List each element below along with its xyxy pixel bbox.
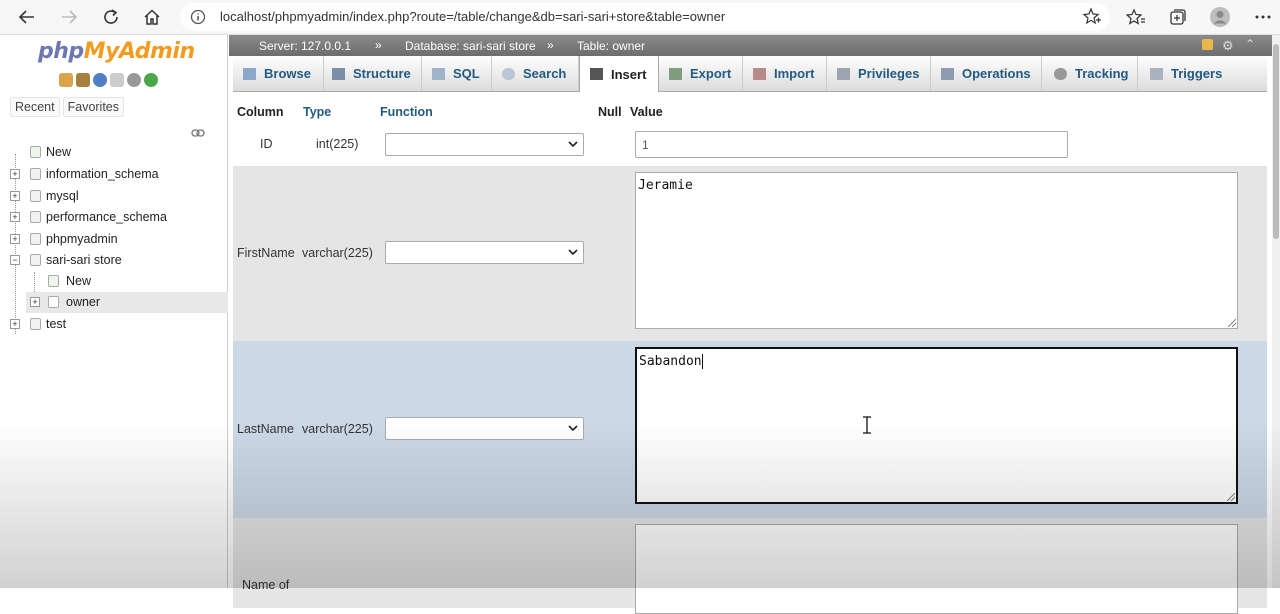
profile-avatar-icon[interactable] [1207,5,1233,29]
tree-item-new[interactable]: New [0,142,228,163]
table-icon [48,296,59,308]
expand-icon[interactable]: + [10,191,20,201]
import-icon [753,67,766,80]
eye-icon [1054,67,1067,80]
function-select[interactable] [385,417,584,440]
tab-tracking[interactable]: Tracking [1042,56,1138,91]
breadcrumb-table[interactable]: Table: owner [577,39,645,53]
address-bar[interactable]: localhost/phpmyadmin/index.php?route=/ta… [180,3,1110,31]
header-column: Column [237,105,284,119]
tab-sql[interactable]: SQL [422,56,492,91]
database-icon [30,254,41,266]
expand-icon[interactable]: + [10,212,20,222]
new-table-icon [48,275,59,287]
tree-item-performance-schema[interactable]: + performance_schema [0,207,228,228]
browser-toolbar: localhost/phpmyadmin/index.php?route=/ta… [0,0,1280,35]
database-icon [30,318,41,330]
database-icon [30,233,41,245]
tree-item-sari-sari-store[interactable]: − sari-sari store [0,250,228,271]
tree-item-phpmyadmin[interactable]: + phpmyadmin [0,229,228,250]
tab-browse[interactable]: Browse [233,56,324,91]
table-row: LastName varchar(225) Sabandon [233,341,1267,518]
tab-triggers[interactable]: Triggers [1138,56,1233,91]
tree-item-new-table[interactable]: New [0,271,228,292]
table-row: Name of [233,518,1267,614]
sql-icon [432,67,445,80]
lock-icon[interactable] [1202,39,1213,50]
table-row: FirstName varchar(225) Jeramie [233,166,1267,341]
help-icon[interactable] [93,73,107,87]
tree-item-mysql[interactable]: + mysql [0,186,228,207]
expand-icon[interactable]: + [10,234,20,244]
recent-tab[interactable]: Recent [10,97,60,117]
favorites-icon[interactable] [1123,5,1149,29]
add-favorite-icon[interactable] [1082,7,1102,30]
value-textarea-lastname[interactable]: Sabandon [635,347,1238,504]
header-null: Null [598,105,622,119]
text-cursor-icon [863,416,871,434]
expand-icon[interactable]: + [30,297,40,307]
url-text[interactable]: localhost/phpmyadmin/index.php?route=/ta… [220,9,725,24]
main-pane: Server: 127.0.0.1 » Database: sari-sari … [229,35,1280,614]
structure-icon [332,67,345,80]
tab-search[interactable]: Search [492,56,579,91]
insert-icon [590,68,603,80]
refresh-icon[interactable] [98,5,124,29]
reload-icon[interactable] [144,73,158,87]
table-tabs: Browse Structure SQL Search Insert Expor… [233,56,1267,92]
tab-insert[interactable]: Insert [579,56,659,92]
docs-icon[interactable] [110,73,124,87]
collapse-icon[interactable]: − [10,255,20,265]
settings-icon[interactable] [127,73,141,87]
home-icon[interactable] [139,5,165,29]
search-icon [502,67,515,80]
table-row: ID int(225) 1 [233,124,1267,166]
back-icon[interactable] [14,5,40,29]
wrench-icon [941,67,954,80]
tab-operations[interactable]: Operations [931,56,1042,91]
favorites-tab[interactable]: Favorites [62,97,125,117]
nav-icon-bar [59,73,158,87]
function-select[interactable] [385,241,584,264]
link-icon[interactable] [191,126,205,140]
phpmyadmin-logo[interactable]: phpMyAdmin [38,39,195,64]
logout-icon[interactable] [76,73,90,87]
tab-privileges[interactable]: Privileges [827,56,931,91]
tab-export[interactable]: Export [659,56,743,91]
scrollbar-thumb[interactable] [1273,44,1279,239]
value-textarea-next[interactable] [635,524,1238,614]
browse-icon [243,67,256,80]
collapse-top-icon[interactable]: ⌃ [1245,37,1255,51]
new-db-icon [30,146,41,158]
tab-import[interactable]: Import [743,56,827,91]
database-icon [30,190,41,202]
triggers-icon [1150,67,1163,80]
info-icon[interactable] [190,9,206,28]
gear-icon[interactable]: ⚙ [1222,38,1234,54]
home-icon[interactable] [59,73,73,87]
export-icon [669,67,682,80]
tree-item-test[interactable]: + test [0,314,228,335]
header-type[interactable]: Type [303,105,331,119]
privileges-icon [837,67,850,80]
more-menu-icon[interactable] [1250,5,1276,29]
expand-icon[interactable]: + [10,169,20,179]
collections-icon[interactable] [1165,5,1191,29]
navigation-panel: phpMyAdmin Recent Favorites New + inform… [0,35,228,588]
tab-structure[interactable]: Structure [324,56,422,91]
tree-item-owner[interactable]: + owner [26,292,228,313]
database-icon [30,168,41,180]
tree-item-information-schema[interactable]: + information_schema [0,164,228,185]
forward-icon[interactable] [56,5,82,29]
value-input-id[interactable]: 1 [635,131,1068,158]
value-textarea-firstname[interactable]: Jeramie [635,172,1238,329]
breadcrumb: Server: 127.0.0.1 » Database: sari-sari … [229,35,1280,56]
expand-icon[interactable]: + [10,319,20,329]
function-select[interactable] [385,133,584,156]
database-icon [30,211,41,223]
header-value: Value [630,105,663,119]
header-function[interactable]: Function [380,105,433,119]
breadcrumb-database[interactable]: Database: sari-sari store [405,39,536,53]
breadcrumb-server[interactable]: Server: 127.0.0.1 [259,39,351,53]
